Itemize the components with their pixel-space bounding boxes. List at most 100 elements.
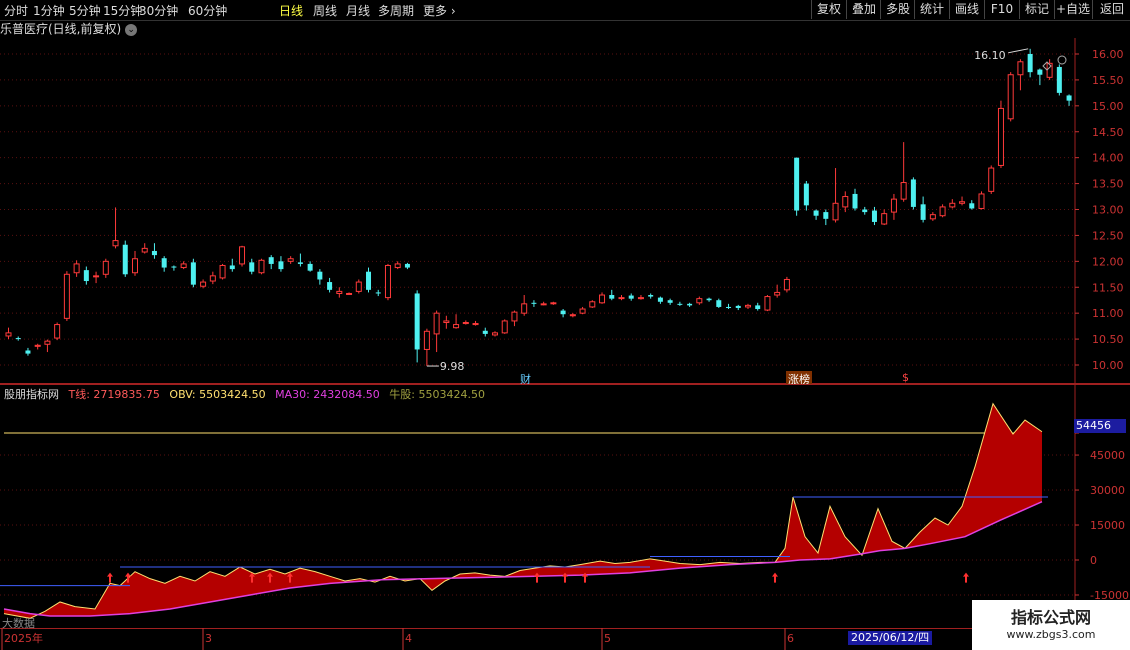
- period-tab-9[interactable]: 多周期: [378, 2, 414, 19]
- candle-body: [667, 300, 673, 303]
- candle-body: [1027, 54, 1033, 73]
- obv-current-value: 54456: [1074, 419, 1126, 433]
- candle-body: [521, 303, 528, 314]
- candle-body: [443, 320, 450, 323]
- period-tab-6[interactable]: 日线: [279, 2, 303, 19]
- candle-body: [366, 271, 372, 290]
- candle-body: [618, 297, 625, 300]
- candle-body: [871, 210, 877, 222]
- bottom-data-label: 大数据: [2, 617, 35, 630]
- toolbar-button-0[interactable]: 复权: [811, 0, 846, 19]
- candle-body: [171, 266, 177, 268]
- period-tab-10[interactable]: 更多 ›: [423, 2, 456, 19]
- candle-body: [482, 330, 488, 334]
- date-label: 4: [405, 632, 412, 645]
- candle-body: [287, 258, 294, 262]
- candle-body: [394, 263, 401, 269]
- candle-body: [112, 240, 119, 247]
- candle-body: [939, 206, 946, 217]
- candle-body: [569, 314, 576, 317]
- date-label: 5: [604, 632, 611, 645]
- candle-body: [151, 250, 157, 256]
- toolbar-button-2[interactable]: 多股: [880, 0, 915, 19]
- candle-body: [997, 107, 1004, 166]
- candle-body: [346, 292, 353, 295]
- candle-body: [832, 202, 839, 221]
- candle-body: [531, 302, 537, 304]
- candle-body: [774, 291, 781, 296]
- candle-body: [744, 304, 751, 308]
- period-tab-2[interactable]: 5分钟: [69, 2, 101, 19]
- price-tick-label: 10.00: [1092, 359, 1124, 372]
- candle-body: [842, 196, 849, 208]
- chevron-down-icon[interactable]: ⌄: [125, 23, 138, 36]
- candle-body: [910, 179, 916, 207]
- candle-body: [735, 305, 741, 308]
- period-tab-7[interactable]: 周线: [313, 2, 337, 19]
- candle-body: [1056, 66, 1062, 93]
- candle-body: [823, 212, 829, 219]
- candle-body: [1037, 69, 1043, 75]
- price-tick-label: 15.00: [1092, 100, 1124, 113]
- candle-body: [560, 310, 566, 315]
- toolbar-button-3[interactable]: 统计: [914, 0, 949, 19]
- price-tick-label: 13.00: [1092, 204, 1124, 217]
- candle-body: [25, 350, 31, 354]
- price-tick-label: 15.50: [1092, 74, 1124, 87]
- indicator-tick-label: 45000: [1090, 449, 1125, 462]
- candle-body: [93, 275, 100, 278]
- candle-body: [307, 263, 313, 271]
- period-tab-3[interactable]: 15分钟: [103, 2, 142, 19]
- candle-body: [1066, 95, 1072, 101]
- price-tick-label: 16.00: [1092, 48, 1124, 61]
- candle-body: [258, 259, 265, 274]
- candle-body: [959, 201, 966, 204]
- candle-body: [706, 298, 712, 301]
- candle-body: [794, 157, 800, 211]
- price-chart[interactable]: 16.00 15.50 15.00 14.50 14.00 13.50 13.00 12.50…: [0, 38, 1130, 384]
- candle-body: [15, 338, 21, 340]
- low-label: 9.98: [440, 360, 465, 373]
- toolbar-button-5[interactable]: F10: [984, 0, 1019, 19]
- candle-body: [44, 340, 51, 345]
- candle-body: [462, 321, 469, 325]
- candle-body: [764, 296, 771, 311]
- candle-body: [102, 260, 109, 275]
- candle-body: [355, 281, 362, 292]
- candle-body: [34, 344, 41, 347]
- candle-body: [628, 295, 634, 299]
- period-tab-1[interactable]: 1分钟: [33, 2, 65, 19]
- candle-body: [384, 264, 391, 299]
- candle-body: [540, 303, 547, 306]
- candle-body: [336, 290, 343, 294]
- toolbar-button-4[interactable]: 画线: [949, 0, 984, 19]
- period-tab-4[interactable]: 30分钟: [139, 2, 178, 19]
- toolbar-button-6[interactable]: +自选: [1054, 0, 1091, 19]
- price-tick-label: 12.50: [1092, 229, 1124, 242]
- candle-body: [414, 293, 420, 350]
- candle-body: [550, 302, 557, 305]
- obv-indicator-chart[interactable]: 4500030000150000-150002025年 3 4 5 6: [0, 384, 1130, 650]
- mark-button[interactable]: 标记: [1019, 0, 1054, 19]
- period-tab-0[interactable]: 分时: [4, 2, 28, 19]
- candle-body: [783, 278, 790, 291]
- period-tab-5[interactable]: 60分钟: [188, 2, 227, 19]
- candle-body: [920, 204, 926, 220]
- price-tick-label: 14.00: [1092, 152, 1124, 165]
- period-tab-8[interactable]: 月线: [346, 2, 370, 19]
- watermark-url: www.zbgs3.com: [1006, 628, 1096, 641]
- price-tick-label: 13.50: [1092, 178, 1124, 191]
- candle-body: [803, 183, 809, 206]
- candle-body: [1046, 62, 1053, 78]
- toolbar-button-7[interactable]: 返回: [1092, 0, 1130, 19]
- candle-body: [852, 193, 858, 209]
- price-tick-label: 10.50: [1092, 333, 1124, 346]
- candle-body: [83, 270, 89, 282]
- legend-indicator-name[interactable]: 股朋指标网: [4, 388, 59, 401]
- stock-title-bar: 乐普医疗(日线,前复权) ⌄: [0, 20, 138, 38]
- candle-body: [453, 324, 460, 329]
- dollar-marker[interactable]: $: [902, 371, 909, 384]
- candle-body: [755, 305, 761, 310]
- toolbar-button-1[interactable]: 叠加: [846, 0, 881, 19]
- site-watermark: 指标公式网 www.zbgs3.com: [972, 600, 1130, 650]
